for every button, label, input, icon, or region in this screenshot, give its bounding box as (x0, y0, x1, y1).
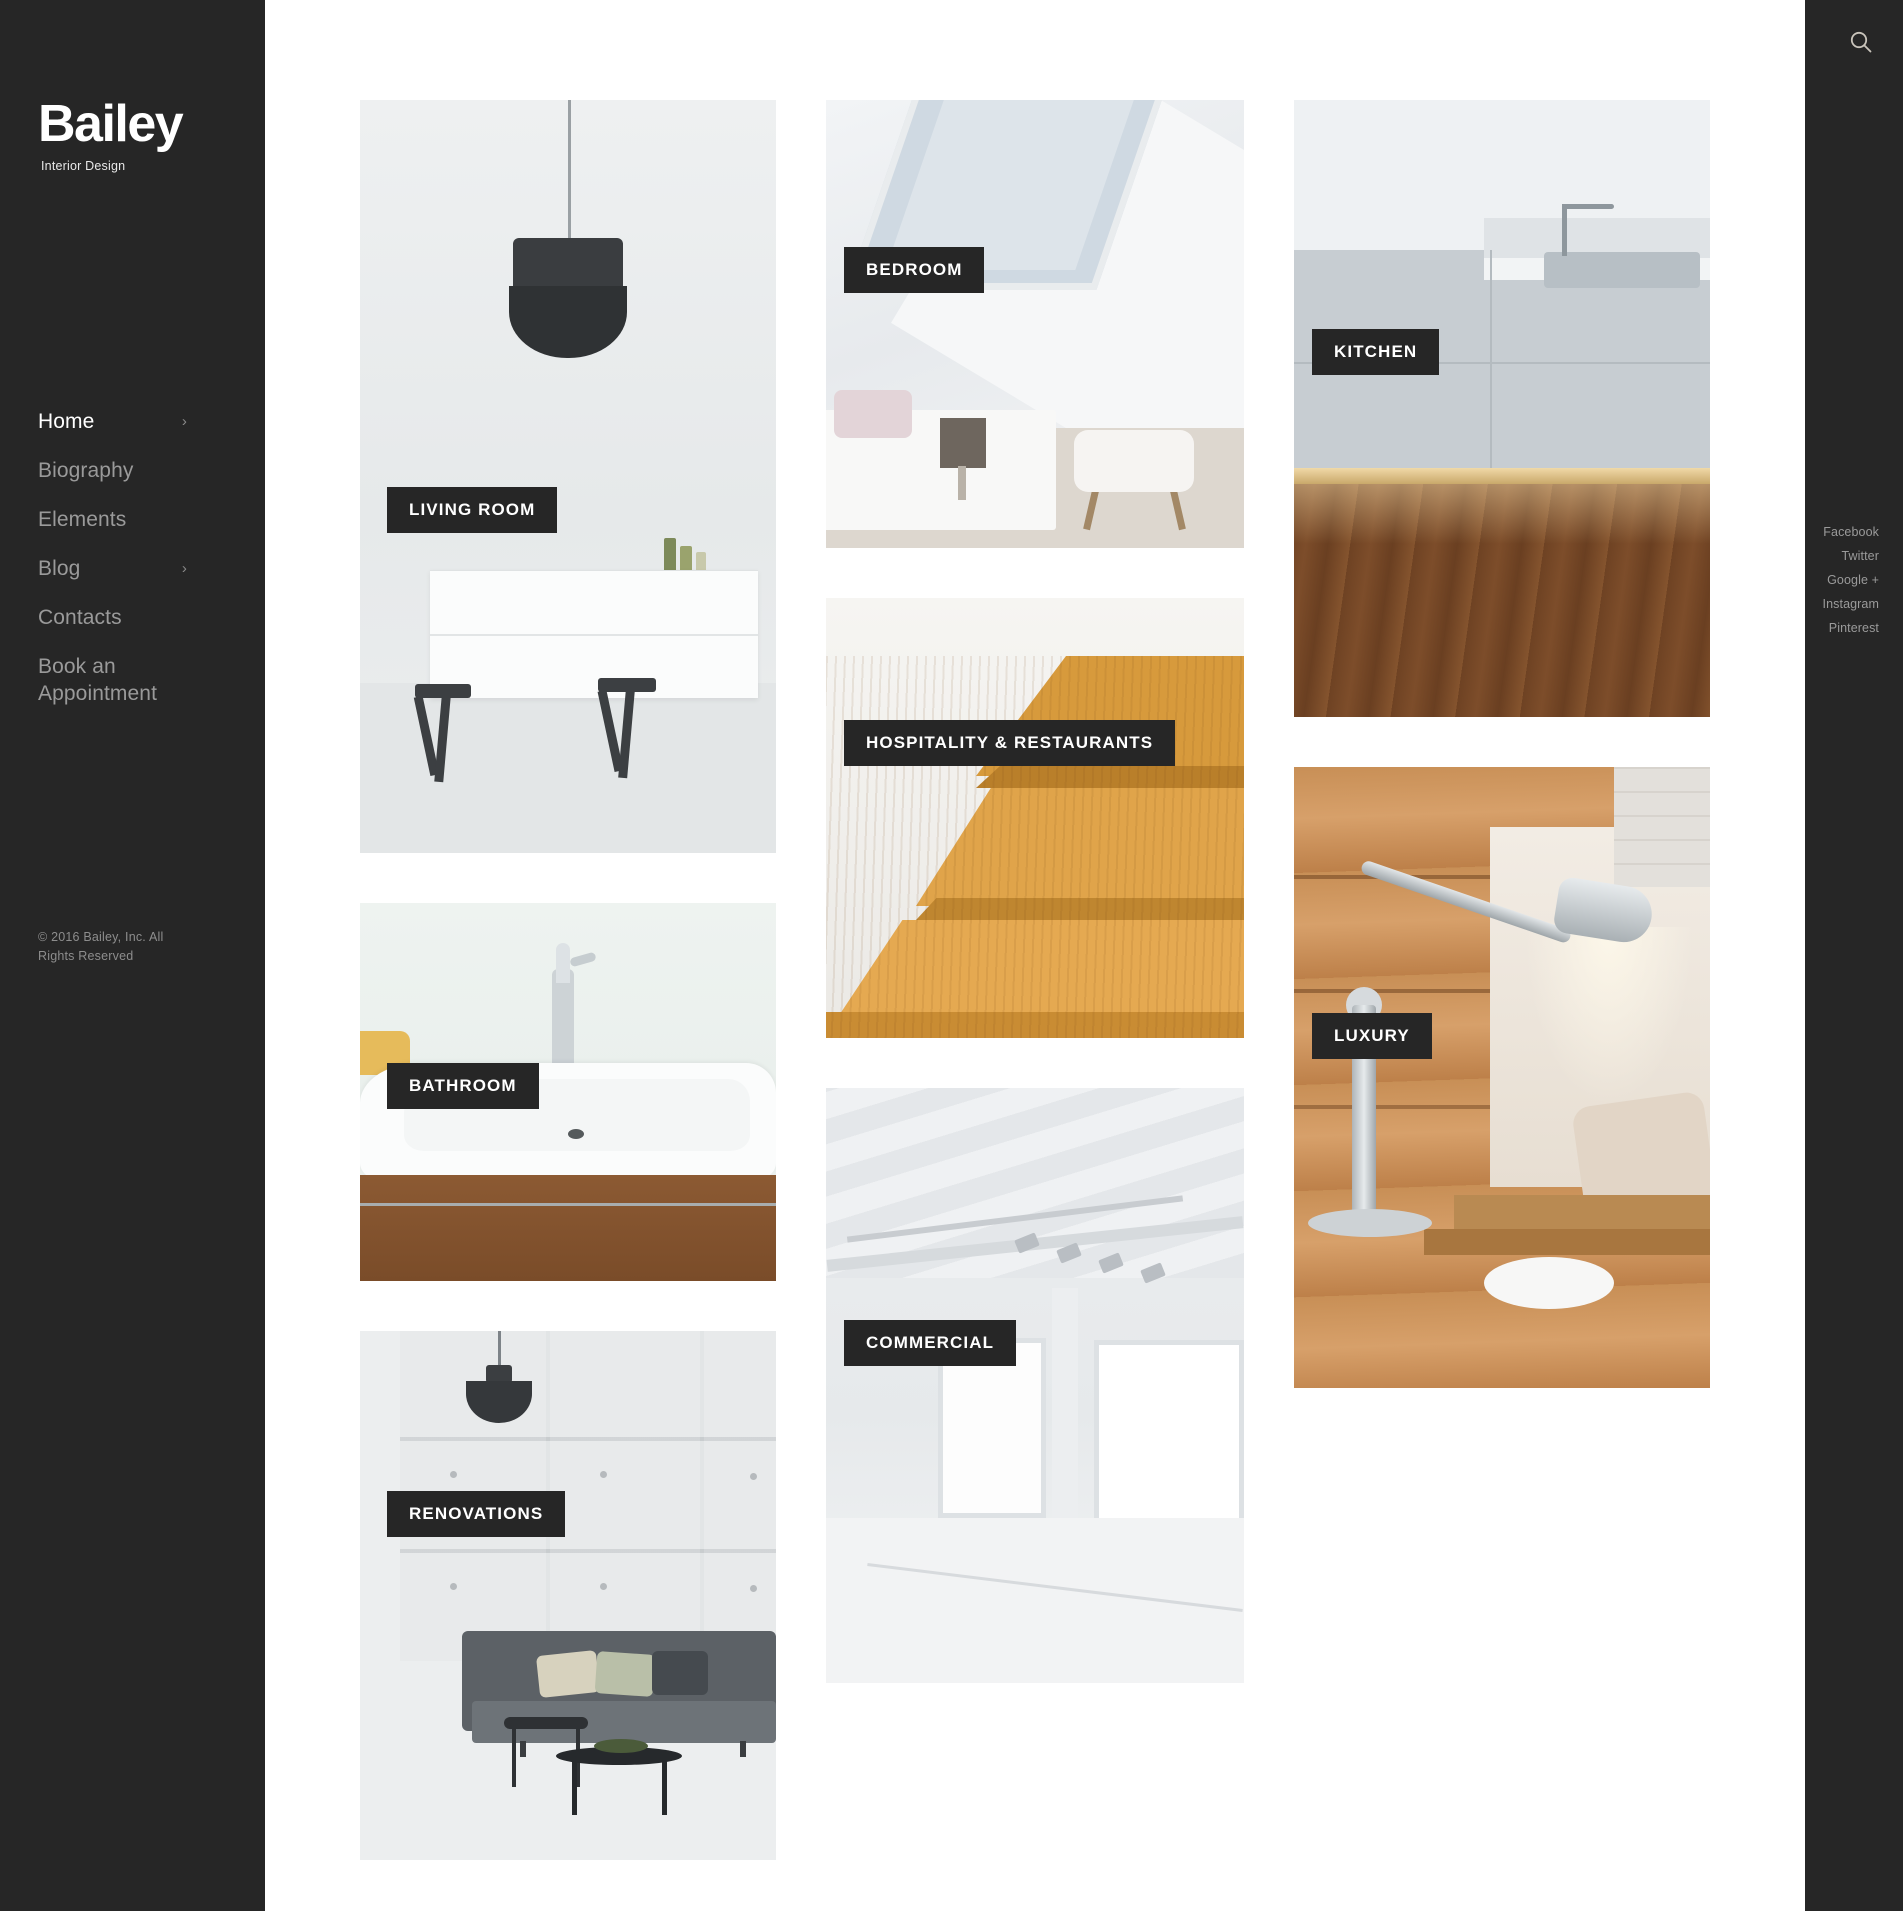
tile-label: BEDROOM (844, 247, 985, 293)
tile-label: RENOVATIONS (387, 1491, 566, 1537)
sidebar-item-book-an-appointment[interactable]: Book an Appointment (0, 653, 265, 707)
site-logo[interactable]: Bailey Interior Design (38, 95, 184, 173)
social-link-twitter[interactable]: Twitter (1823, 549, 1879, 563)
tile-label: KITCHEN (1312, 329, 1440, 375)
social-link-pinterest[interactable]: Pinterest (1823, 621, 1879, 635)
gallery-tile-hospitality-restaurants[interactable]: HOSPITALITY & RESTAURANTS (826, 598, 1244, 1038)
chevron-right-icon: › (181, 560, 187, 577)
sidebar-item-label: Elements (38, 508, 127, 531)
tile-label: LUXURY (1312, 1013, 1432, 1059)
project-gallery: LIVING ROOM BATHROOM RENOVATIONS BEDROOM… (360, 100, 1710, 1860)
sidebar-item-label: Contacts (38, 606, 122, 629)
sidebar-item-biography[interactable]: Biography (0, 457, 265, 484)
sidebar-item-label: Blog (38, 557, 81, 580)
chevron-right-icon: › (181, 413, 187, 430)
main-navigation: Home › Biography Elements Blog › Contact… (0, 408, 265, 729)
hospitality-photo (826, 598, 1244, 1038)
left-sidebar: Bailey Interior Design Home › Biography … (0, 0, 265, 1911)
logo-title: Bailey (38, 95, 184, 153)
sidebar-item-contacts[interactable]: Contacts (0, 604, 265, 631)
luxury-photo (1294, 767, 1710, 1388)
renovations-photo (360, 1331, 776, 1860)
sidebar-item-blog[interactable]: Blog › (0, 555, 265, 582)
sidebar-item-home[interactable]: Home › (0, 408, 265, 435)
page-root: Bailey Interior Design Home › Biography … (0, 0, 1903, 1911)
tile-label: HOSPITALITY & RESTAURANTS (844, 720, 1176, 766)
sidebar-item-label: Home (38, 410, 95, 433)
gallery-tile-commercial[interactable]: COMMERCIAL (826, 1088, 1244, 1683)
gallery-tile-living-room[interactable]: LIVING ROOM (360, 100, 776, 853)
bedroom-photo (826, 100, 1244, 548)
gallery-tile-renovations[interactable]: RENOVATIONS (360, 1331, 776, 1860)
sidebar-item-label: Biography (38, 459, 134, 482)
sidebar-item-elements[interactable]: Elements (0, 506, 265, 533)
tile-label: COMMERCIAL (844, 1320, 1017, 1366)
gallery-tile-bathroom[interactable]: BATHROOM (360, 903, 776, 1281)
social-link-google-plus[interactable]: Google + (1823, 573, 1879, 587)
gallery-tile-kitchen[interactable]: KITCHEN (1294, 100, 1710, 717)
commercial-photo (826, 1088, 1244, 1683)
copyright-text: © 2016 Bailey, Inc. All Rights Reserved (38, 930, 164, 963)
living-room-photo (360, 100, 776, 853)
tile-label: BATHROOM (387, 1063, 539, 1109)
kitchen-photo (1294, 100, 1710, 717)
search-icon[interactable] (1847, 28, 1875, 56)
logo-subtitle: Interior Design (41, 159, 126, 173)
sidebar-item-label: Book an Appointment (38, 655, 158, 705)
gallery-tile-bedroom[interactable]: BEDROOM (826, 100, 1244, 548)
social-link-instagram[interactable]: Instagram (1823, 597, 1879, 611)
gallery-tile-luxury[interactable]: LUXURY (1294, 767, 1710, 1388)
right-rail: Facebook Twitter Google + Instagram Pint… (1805, 0, 1903, 1911)
social-links: Facebook Twitter Google + Instagram Pint… (1823, 525, 1879, 645)
tile-label: LIVING ROOM (387, 487, 558, 533)
social-link-facebook[interactable]: Facebook (1823, 525, 1879, 539)
